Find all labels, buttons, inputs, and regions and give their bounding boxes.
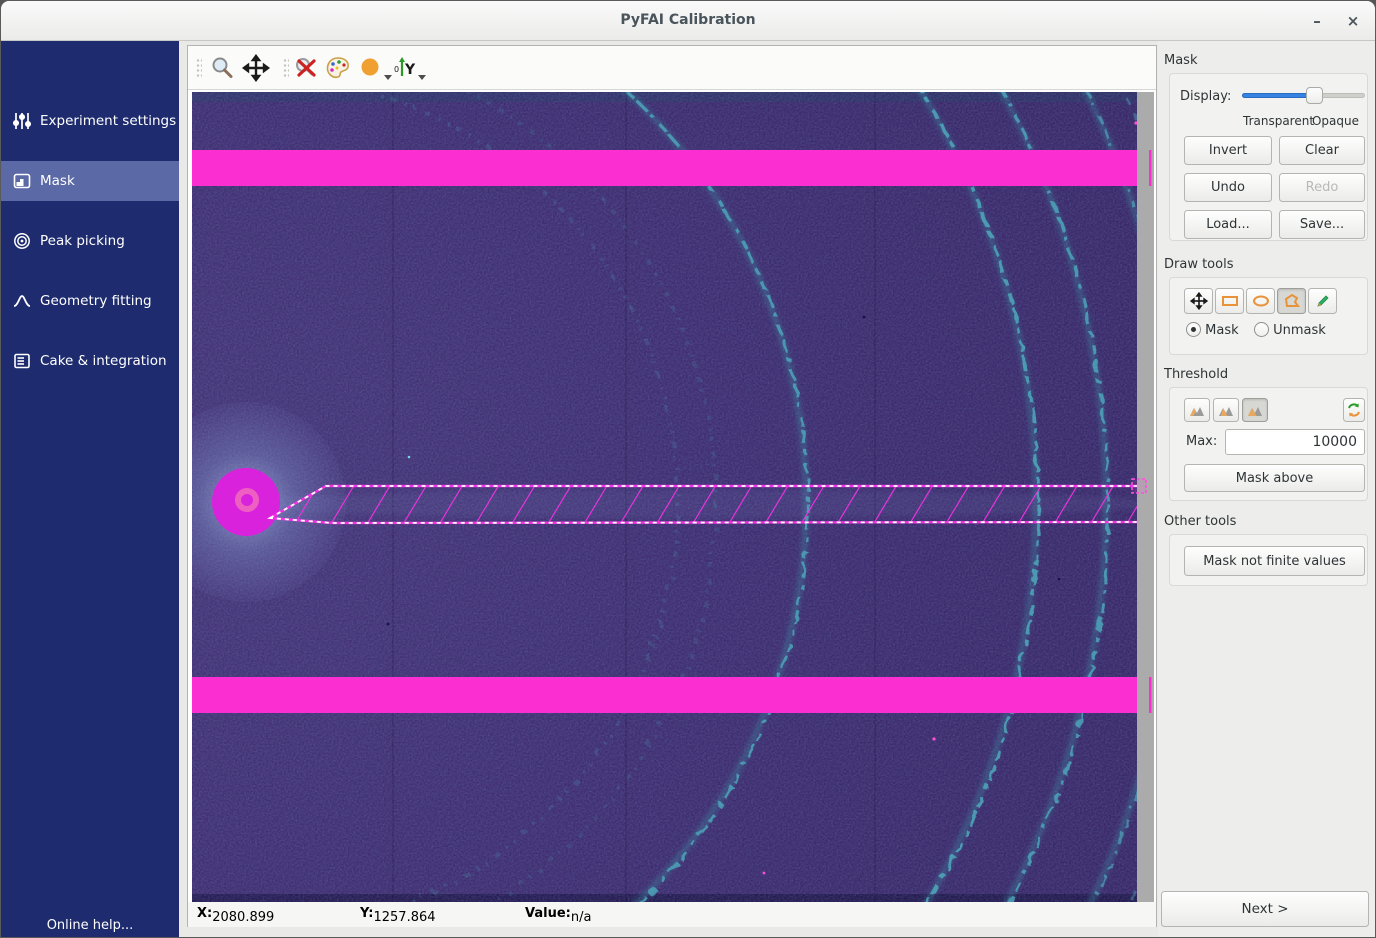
titlebar: PyFAI Calibration – × bbox=[1, 1, 1375, 41]
minimize-button[interactable]: – bbox=[1303, 7, 1331, 35]
ellipse-tool-icon[interactable] bbox=[1246, 288, 1275, 314]
mask-above-icon[interactable] bbox=[1242, 398, 1268, 422]
cursor-y-readout: Y: 1257.864 bbox=[360, 906, 373, 921]
draw-tools-section-title: Draw tools bbox=[1164, 257, 1233, 272]
peak-rings-icon bbox=[12, 231, 32, 251]
plot-widget: 0 Y bbox=[187, 45, 1157, 927]
colormap-icon[interactable] bbox=[324, 54, 352, 82]
mask-not-finite-button[interactable]: Mask not finite values bbox=[1184, 546, 1365, 576]
pyfai-calibration-window: PyFAI Calibration – × Experiment setting… bbox=[0, 0, 1376, 938]
unmask-radio-icon[interactable] bbox=[1254, 322, 1269, 337]
unmask-radio[interactable]: Unmask bbox=[1254, 322, 1326, 338]
clear-button[interactable]: Clear bbox=[1279, 136, 1365, 165]
save-button[interactable]: Save... bbox=[1279, 210, 1365, 239]
mask-band-top bbox=[192, 150, 1137, 186]
cursor-x-readout: X: 2080.899 bbox=[197, 906, 212, 921]
plot-toolbar: 0 Y bbox=[188, 46, 1156, 90]
window-title: PyFAI Calibration bbox=[1, 12, 1375, 28]
svg-text:0: 0 bbox=[394, 65, 399, 74]
close-button[interactable]: × bbox=[1339, 7, 1367, 35]
max-label: Max: bbox=[1186, 434, 1217, 449]
opaque-label: Opaque bbox=[1312, 114, 1359, 128]
draw-tools-groupbox: Mask Unmask bbox=[1169, 277, 1368, 355]
zoom-icon[interactable] bbox=[208, 54, 236, 82]
rectangle-tool-icon[interactable] bbox=[1215, 288, 1244, 314]
mask-marker-icon[interactable] bbox=[357, 54, 385, 82]
outside-image-area bbox=[1137, 92, 1154, 902]
pan-tool-icon[interactable] bbox=[1184, 288, 1213, 314]
sidebar-item-mask[interactable]: Mask bbox=[1, 161, 179, 201]
diffraction-image-canvas[interactable] bbox=[192, 92, 1154, 902]
dropdown-caret-icon bbox=[418, 75, 426, 80]
mask-groupbox: Display: Transparent Opaque Invert Clear… bbox=[1169, 73, 1368, 241]
next-button[interactable]: Next > bbox=[1161, 891, 1369, 927]
cursor-value-readout: Value: n/a bbox=[525, 906, 571, 921]
pan-icon[interactable] bbox=[242, 54, 270, 82]
threshold-section-title: Threshold bbox=[1164, 367, 1228, 382]
polygon-tool-icon[interactable] bbox=[1277, 288, 1306, 314]
other-tools-groupbox: Mask not finite values bbox=[1169, 534, 1368, 586]
refresh-icon[interactable] bbox=[1343, 398, 1365, 422]
mask-below-icon[interactable] bbox=[1184, 398, 1210, 422]
online-help-link[interactable]: Online help... bbox=[1, 918, 179, 933]
mask-band-bottom bbox=[192, 677, 1137, 713]
transparent-label: Transparent bbox=[1243, 114, 1314, 128]
zoom-reset-icon[interactable] bbox=[292, 54, 320, 82]
plot-statusbar: X: 2080.899 Y: 1257.864 Value: n/a bbox=[188, 902, 1156, 927]
load-button[interactable]: Load... bbox=[1184, 210, 1272, 239]
toolbar-grip[interactable] bbox=[283, 58, 289, 78]
toolbar-grip[interactable] bbox=[196, 58, 202, 78]
polygon-mask bbox=[270, 486, 1143, 523]
undo-button[interactable]: Undo bbox=[1184, 173, 1272, 202]
mask-above-button[interactable]: Mask above bbox=[1184, 464, 1365, 492]
mask-between-icon[interactable] bbox=[1213, 398, 1239, 422]
sidebar-item-geometry-fitting[interactable]: Geometry fitting bbox=[1, 281, 179, 321]
mask-icon bbox=[12, 171, 32, 191]
mask-radio[interactable]: Mask bbox=[1186, 322, 1239, 338]
svg-text:Y: Y bbox=[404, 62, 416, 78]
threshold-groupbox: Max: Mask above bbox=[1169, 387, 1368, 501]
peak-curve-icon bbox=[12, 291, 32, 311]
mask-opacity-slider[interactable] bbox=[1242, 87, 1365, 103]
max-input[interactable] bbox=[1225, 429, 1365, 455]
sidebar-item-experiment-settings[interactable]: Experiment settings bbox=[1, 101, 179, 141]
sidebar-item-cake-integration[interactable]: Cake & integration bbox=[1, 341, 179, 381]
slider-handle[interactable] bbox=[1306, 87, 1323, 104]
mask-section-title: Mask bbox=[1164, 53, 1197, 68]
polygon-vertex-handle[interactable] bbox=[1132, 479, 1146, 493]
y-axis-orientation-icon[interactable]: 0 Y bbox=[391, 54, 419, 82]
sidebar-item-peak-picking[interactable]: Peak picking bbox=[1, 221, 179, 261]
mask-radio-icon[interactable] bbox=[1186, 322, 1201, 337]
cake-icon bbox=[12, 351, 32, 371]
display-label: Display: bbox=[1180, 89, 1231, 104]
redo-button[interactable]: Redo bbox=[1279, 173, 1365, 202]
other-tools-section-title: Other tools bbox=[1164, 514, 1236, 529]
mask-tools-panel: Mask Display: Transparent Opaque Invert … bbox=[1158, 41, 1376, 938]
sliders-icon bbox=[12, 111, 32, 131]
sidebar: Experiment settings Mask Peak picking Ge… bbox=[1, 41, 179, 938]
invert-button[interactable]: Invert bbox=[1184, 136, 1272, 165]
pencil-tool-icon[interactable] bbox=[1308, 288, 1337, 314]
